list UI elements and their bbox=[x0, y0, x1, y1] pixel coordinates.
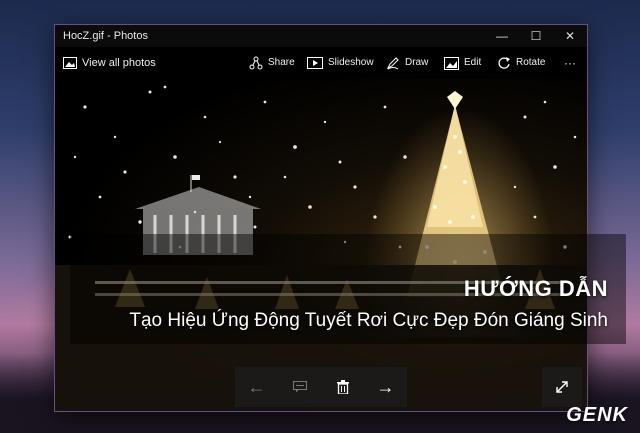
filmstrip-controls: ← → bbox=[235, 367, 407, 407]
slideshow-button[interactable]: Slideshow bbox=[307, 55, 374, 71]
share-label: Share bbox=[268, 57, 295, 68]
photos-app-window: HocZ.gif - Photos — ☐ ✕ View all photos … bbox=[54, 24, 588, 412]
banner-subtitle: Tạo Hiệu Ứng Động Tuyết Rơi Cực Đẹp Đón … bbox=[129, 310, 608, 331]
draw-label: Draw bbox=[405, 57, 429, 68]
comment-button[interactable] bbox=[285, 372, 315, 402]
photos-toolbar: View all photos Share Slideshow Draw Edi… bbox=[55, 47, 587, 79]
rotate-button[interactable]: Rotate bbox=[497, 55, 545, 71]
window-title: HocZ.gif - Photos bbox=[63, 30, 148, 42]
delete-button[interactable] bbox=[328, 372, 358, 402]
fullscreen-button[interactable] bbox=[542, 367, 582, 407]
next-photo-button[interactable]: → bbox=[371, 372, 401, 402]
snow-and-tree-graphic bbox=[55, 85, 587, 411]
view-all-photos-label: View all photos bbox=[82, 57, 156, 69]
edit-button[interactable]: Edit bbox=[444, 55, 481, 71]
expand-icon bbox=[556, 381, 568, 393]
rotate-icon bbox=[498, 57, 510, 69]
slideshow-icon bbox=[307, 57, 323, 69]
minimize-button[interactable]: — bbox=[485, 25, 519, 47]
slideshow-label: Slideshow bbox=[328, 57, 374, 68]
photos-gallery-icon bbox=[63, 57, 77, 69]
view-all-photos-button[interactable]: View all photos bbox=[63, 55, 156, 71]
share-icon bbox=[249, 56, 263, 70]
window-titlebar[interactable]: HocZ.gif - Photos — ☐ ✕ bbox=[55, 25, 587, 47]
genk-logo: GENK bbox=[566, 404, 628, 426]
photo-viewer-image bbox=[55, 47, 587, 411]
rotate-label: Rotate bbox=[516, 57, 546, 68]
pen-icon bbox=[386, 57, 399, 70]
draw-button[interactable]: Draw bbox=[386, 55, 428, 71]
previous-photo-button[interactable]: ← bbox=[242, 372, 272, 402]
tutorial-title-banner: HƯỚNG DẪN Tạo Hiệu Ứng Động Tuyết Rơi Cự… bbox=[70, 234, 626, 344]
maximize-button[interactable]: ☐ bbox=[519, 25, 553, 47]
share-button[interactable]: Share bbox=[249, 55, 295, 71]
edit-photo-icon bbox=[444, 56, 459, 70]
banner-headline: HƯỚNG DẪN bbox=[463, 276, 608, 301]
edit-label: Edit bbox=[464, 57, 482, 68]
trash-icon bbox=[336, 380, 349, 394]
comment-icon bbox=[292, 381, 307, 393]
close-button[interactable]: ✕ bbox=[553, 25, 587, 47]
more-options-button[interactable]: ··· bbox=[564, 55, 576, 71]
